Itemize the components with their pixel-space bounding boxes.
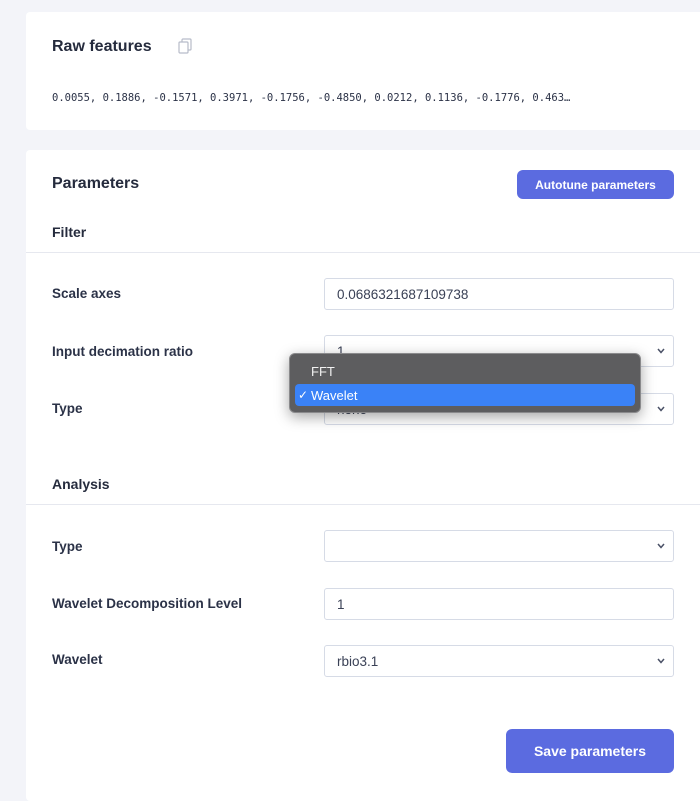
wavelet-select[interactable]: rbio3.1 [324,645,674,677]
chevron-down-icon [657,658,665,664]
analysis-section-title: Analysis [52,476,110,492]
filter-section-title: Filter [52,224,87,240]
wavelet-decomposition-level-label: Wavelet Decomposition Level [52,596,243,611]
dropdown-option-label: FFT [311,363,335,379]
chevron-down-icon [657,543,665,549]
analysis-divider [26,504,700,505]
wavelet-label: Wavelet [52,652,103,667]
raw-features-title: Raw features [52,38,152,55]
chevron-down-icon [657,406,665,412]
dropdown-option-wavelet[interactable]: ✓ Wavelet [295,384,635,406]
wavelet-decomposition-level-value: 1 [337,596,345,612]
scale-axes-input[interactable]: 0.0686321687109738 [324,278,674,310]
checkmark-icon: ✓ [297,388,309,402]
filter-divider [26,252,700,253]
filter-type-label: Type [52,401,83,416]
raw-features-card: Raw features 0.0055, 0.1886, -0.1571, 0.… [26,12,700,130]
wavelet-value: rbio3.1 [337,653,379,669]
analysis-type-dropdown-menu: FFT ✓ Wavelet [289,353,641,413]
wavelet-decomposition-level-input[interactable]: 1 [324,588,674,620]
scale-axes-value: 0.0686321687109738 [337,286,469,302]
chevron-down-icon [657,348,665,354]
scale-axes-label: Scale axes [52,286,122,301]
parameters-card: Parameters Autotune parameters Filter Sc… [26,150,700,801]
input-decimation-ratio-label: Input decimation ratio [52,344,194,359]
dropdown-option-fft[interactable]: FFT [295,360,635,382]
autotune-parameters-button[interactable]: Autotune parameters [517,170,674,199]
analysis-type-label: Type [52,539,83,554]
parameters-title: Parameters [52,175,140,192]
save-parameters-button[interactable]: Save parameters [506,729,674,773]
raw-features-values: 0.0055, 0.1886, -0.1571, 0.3971, -0.1756… [52,92,571,104]
analysis-type-select[interactable] [324,530,674,562]
copy-icon[interactable] [178,38,192,54]
dropdown-option-label: Wavelet [311,387,358,403]
